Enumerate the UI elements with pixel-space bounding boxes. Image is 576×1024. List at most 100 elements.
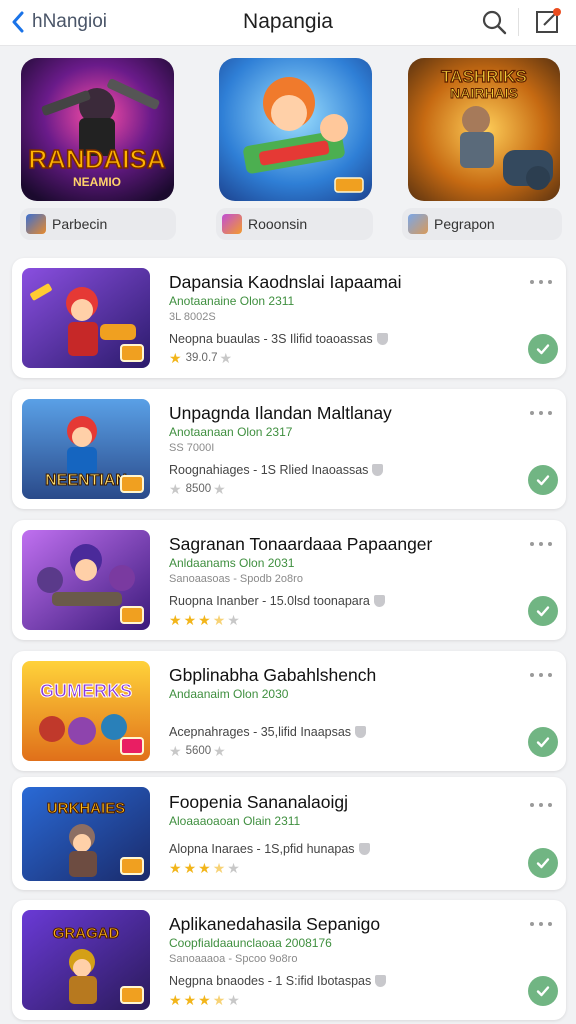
app-subtitle: Coopfialdaaunclaoaa 2008176 (169, 936, 332, 950)
app-info: Neopna buaulas - 3S Ilifid toaoassas (169, 332, 388, 346)
featured-chip[interactable]: Pegrapon (402, 208, 562, 240)
star-icon: ★ (183, 860, 197, 876)
app-title: Aplikanedahasila Sepanigo (169, 914, 381, 934)
app-thumbnail (22, 530, 150, 630)
chip-label: Pegrapon (434, 216, 495, 232)
more-options-icon[interactable] (530, 542, 552, 550)
chip-label: Parbecin (52, 216, 108, 232)
app-subtitle: Anotaanaine Olon 2311 (169, 294, 295, 308)
installed-check-icon[interactable] (528, 727, 558, 757)
chip-app-icon (26, 214, 46, 234)
app-info: Alopna Inaraes - 1S,pfid hunapas (169, 842, 370, 856)
app-info: Negpna bnaodes - 1 S:ifid Ibotaspas (169, 974, 387, 988)
app-list-item[interactable]: GRAGAD Aplikanedahasila Sepanigo Coopfia… (12, 900, 566, 1020)
app-meta: Sanoaasoas - Spodb 2o8ro (169, 573, 303, 585)
installed-check-icon[interactable] (528, 976, 558, 1006)
rating-value: 8500 (185, 483, 212, 495)
more-options-icon[interactable] (530, 922, 552, 930)
featured-art-subtitle: NAIRHAIS (450, 85, 518, 101)
installed-check-icon[interactable] (528, 334, 558, 364)
thumb-art-text: NEENTIAN (45, 472, 127, 489)
installed-check-icon[interactable] (528, 465, 558, 495)
more-options-icon[interactable] (530, 411, 552, 419)
shield-icon (373, 595, 385, 607)
featured-art-title: TASHRIKS (441, 67, 527, 86)
app-list-item[interactable]: Dapansia Kaodnslai Iapaamai Anotaanaine … (12, 258, 566, 378)
star-icon: ★ (169, 992, 182, 1008)
rating: ★ 5600 ★ (169, 744, 226, 758)
star-icon: ★ (227, 612, 240, 628)
rating-value: 39.0.7 (185, 352, 218, 364)
featured-card[interactable]: RANDAISA NEAMIO Parbecin (20, 58, 179, 240)
installed-check-icon[interactable] (528, 848, 558, 878)
app-thumbnail: URKHAIES (22, 787, 150, 881)
thumb-badge (120, 737, 144, 755)
star-icon: ★ (212, 612, 226, 628)
star-icon: ★ (219, 350, 233, 366)
featured-card[interactable]: Rooonsin (216, 58, 377, 240)
featured-artwork (219, 58, 372, 201)
thumb-badge (120, 986, 144, 1004)
thumb-art-text: URKHAIES (47, 800, 125, 817)
app-list-item[interactable]: GUMERKS Gbplinabha Gabahlshench Andaanai… (12, 651, 566, 771)
installed-check-icon[interactable] (528, 596, 558, 626)
featured-chip[interactable]: Rooonsin (216, 208, 373, 240)
app-list-item[interactable]: URKHAIES Foopenia Sananalaoigj Aloaaaoao… (12, 777, 566, 890)
star-icon: ★ (212, 992, 226, 1008)
star-icon: ★ (169, 350, 182, 366)
star-icon: ★ (183, 992, 197, 1008)
featured-art-title: RANDAISA (28, 144, 165, 174)
app-info-text: Neopna buaulas - 3S Ilifid toaoassas (169, 332, 373, 346)
app-meta: Sanoaaaoa - Spcoo 9o8ro (169, 953, 298, 965)
app-subtitle: Aloaaaoaoan Olain 2311 (169, 814, 301, 828)
star-icon: ★ (198, 612, 211, 628)
app-title: Unpagnda Ilandan Maltlanay (169, 403, 392, 423)
chip-app-icon (408, 214, 428, 234)
rating: ★ 39.0.7 ★ (169, 351, 232, 365)
thumb-badge (120, 857, 144, 875)
shield-icon (355, 726, 367, 738)
chip-app-icon (222, 214, 242, 234)
star-icon: ★ (183, 612, 197, 628)
shield-icon (372, 464, 384, 476)
star-icon: ★ (213, 743, 226, 759)
search-icon[interactable] (480, 8, 508, 36)
shield-icon (375, 975, 387, 987)
app-subtitle: Andaanaim Olon 2030 (169, 687, 289, 701)
more-options-icon[interactable] (530, 280, 552, 288)
star-icon: ★ (227, 860, 240, 876)
shield-icon (358, 843, 370, 855)
app-subtitle: Anldaanams Olon 2031 (169, 556, 295, 570)
featured-artwork: RANDAISA NEAMIO (21, 58, 174, 201)
star-icon: ★ (213, 481, 226, 497)
app-meta: 3L 8002S (169, 311, 216, 323)
rating: ★ ★ ★ ★ ★ (169, 993, 240, 1007)
rating: ★ 8500 ★ (169, 482, 226, 496)
thumb-art-text: GUMERKS (40, 681, 132, 701)
rating: ★ ★ ★ ★ ★ (169, 861, 240, 875)
star-icon: ★ (169, 743, 182, 759)
app-list-item[interactable]: NEENTIAN Unpagnda Ilandan Maltlanay Anot… (12, 389, 566, 509)
featured-row: RANDAISA NEAMIO Parbecin Rooonsin TASHRI… (0, 58, 576, 248)
star-icon: ★ (169, 481, 182, 497)
shield-icon (376, 333, 388, 345)
app-subtitle: Anotaanaan Olon 2317 (169, 425, 293, 439)
thumb-badge (120, 344, 144, 362)
app-meta: SS 7000I (169, 442, 215, 454)
star-icon: ★ (169, 860, 182, 876)
more-options-icon[interactable] (530, 673, 552, 681)
app-list-item[interactable]: Sagranan Tonaardaaa Papaanger Anldaanams… (12, 520, 566, 640)
app-info-text: Ruopna Inanber - 15.0lsd toonapara (169, 594, 370, 608)
star-icon: ★ (198, 860, 211, 876)
more-options-icon[interactable] (530, 803, 552, 811)
featured-card[interactable]: TASHRIKS NAIRHAIS Pegrapon (402, 58, 566, 240)
app-info-text: Negpna bnaodes - 1 S:ifid Ibotaspas (169, 974, 372, 988)
featured-chip[interactable]: Parbecin (20, 208, 176, 240)
compose-icon[interactable] (534, 7, 562, 35)
star-icon: ★ (227, 992, 240, 1008)
app-info-text: Alopna Inaraes - 1S,pfid hunapas (169, 842, 355, 856)
app-thumbnail: GUMERKS (22, 661, 150, 761)
app-thumbnail (22, 268, 150, 368)
rating-value: 5600 (185, 745, 212, 757)
star-icon: ★ (212, 860, 226, 876)
